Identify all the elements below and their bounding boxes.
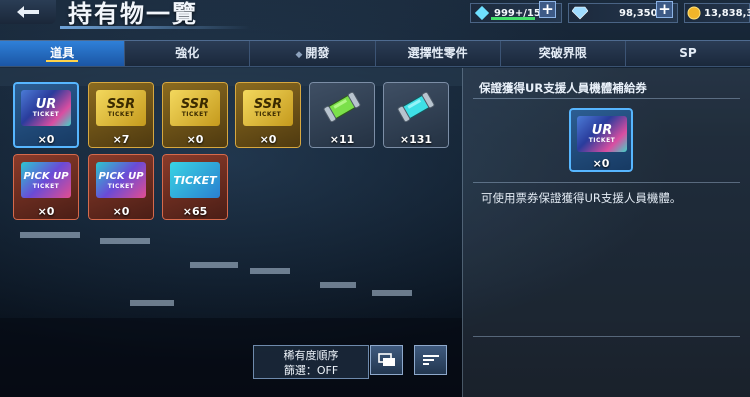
ticket-art-title: PICK UP bbox=[23, 171, 69, 182]
pickup-ticket-icon: PICK UP TICKET bbox=[96, 162, 146, 198]
bullet-icon: ◆ bbox=[295, 50, 303, 60]
hangar-light bbox=[250, 268, 290, 274]
tab-label: 道具 bbox=[50, 46, 75, 60]
ticket-art-sub: TICKET bbox=[107, 111, 135, 118]
tab-label: 突破界限 bbox=[538, 46, 587, 60]
gem-icon bbox=[571, 4, 589, 22]
ssr-ticket-icon: SSR TICKET bbox=[96, 90, 146, 126]
hangar-light bbox=[130, 300, 174, 306]
top-header: 持有物一覽 999+/154 + 98,350 + 13,838,3 bbox=[0, 0, 750, 33]
item-count: ×65 bbox=[182, 205, 208, 218]
add-gems-button[interactable]: + bbox=[656, 1, 673, 18]
tab-optional-parts[interactable]: 選擇性零件 bbox=[376, 41, 501, 66]
item-count: ×0 bbox=[259, 133, 277, 146]
sort-order-label: 稀有度順序 bbox=[283, 349, 339, 362]
gem-value: 98,350 bbox=[619, 7, 658, 19]
add-stamina-button[interactable]: + bbox=[539, 1, 556, 18]
coin-icon bbox=[687, 4, 701, 22]
item-count: ×0 bbox=[592, 157, 610, 170]
item-count: ×0 bbox=[112, 205, 130, 218]
active-tab-underline bbox=[46, 60, 79, 62]
cards-icon bbox=[377, 353, 395, 366]
coin-value: 13,838,3 bbox=[704, 7, 750, 19]
tab-sp[interactable]: SP bbox=[626, 41, 750, 66]
tab-enhance[interactable]: 強化 bbox=[125, 41, 251, 66]
tab-label: 選擇性零件 bbox=[407, 46, 468, 60]
tab-label: 開發 bbox=[305, 46, 330, 60]
tab-label: SP bbox=[679, 46, 697, 60]
item-ur-ticket[interactable]: UR TICKET ×0 bbox=[13, 82, 79, 148]
hangar-light bbox=[20, 232, 80, 238]
sort-lines-icon bbox=[422, 355, 439, 365]
item-ssr-ticket[interactable]: SSR TICKET ×7 bbox=[88, 82, 154, 148]
item-green-canister[interactable]: ×11 bbox=[309, 82, 375, 148]
tab-develop[interactable]: ◆ 開發 bbox=[250, 41, 376, 66]
ticket-icon: TICKET bbox=[170, 162, 220, 198]
hangar-light bbox=[372, 290, 412, 296]
item-cyan-canister[interactable]: ×131 bbox=[383, 82, 449, 148]
item-pickup-ticket[interactable]: PICK UP TICKET ×0 bbox=[13, 154, 79, 220]
ticket-art-sub: TICKET bbox=[588, 137, 616, 144]
ticket-art-title: PICK UP bbox=[98, 171, 144, 182]
ticket-art-title: UR bbox=[591, 123, 613, 138]
category-tabs: 道具 強化 ◆ 開發 選擇性零件 突破界限 SP bbox=[0, 40, 750, 67]
item-ticket[interactable]: TICKET ×65 bbox=[162, 154, 228, 220]
divider bbox=[473, 336, 740, 337]
stamina-bar-fill bbox=[491, 17, 535, 20]
back-button[interactable] bbox=[0, 0, 56, 24]
cyan-canister-icon bbox=[397, 92, 435, 122]
page-title: 持有物一覽 bbox=[68, 0, 198, 28]
detail-title: 保證獲得UR支援人員機體補給券 bbox=[479, 81, 647, 95]
hangar-light bbox=[320, 282, 356, 288]
divider bbox=[473, 182, 740, 183]
view-toggle-button[interactable] bbox=[370, 345, 403, 375]
ticket-art-sub: TICKET bbox=[181, 111, 209, 118]
tab-limit-break[interactable]: 突破界限 bbox=[501, 41, 626, 66]
item-detail-panel: 保證獲得UR支援人員機體補給券 UR TICKET ×0 可使用票券保證獲得UR… bbox=[462, 68, 750, 397]
stamina-icon bbox=[473, 4, 491, 22]
back-arrow-icon bbox=[17, 6, 39, 18]
ticket-art-sub: TICKET bbox=[254, 111, 282, 118]
detail-description: 可使用票券保證獲得UR支援人員機體。 bbox=[481, 191, 682, 205]
ticket-art-sub: TICKET bbox=[107, 183, 135, 190]
green-canister-icon bbox=[323, 92, 361, 122]
sort-filter-box[interactable]: 稀有度順序 篩選：OFF bbox=[253, 345, 369, 379]
hangar-light bbox=[100, 238, 150, 244]
ticket-art-sub: TICKET bbox=[32, 183, 60, 190]
detail-ur-ticket: UR TICKET ×0 bbox=[569, 108, 633, 172]
item-pickup-ticket[interactable]: PICK UP TICKET ×0 bbox=[88, 154, 154, 220]
pickup-ticket-icon: PICK UP TICKET bbox=[21, 162, 71, 198]
hangar-light bbox=[190, 262, 238, 268]
item-count: ×0 bbox=[186, 133, 204, 146]
sort-order-button[interactable] bbox=[414, 345, 447, 375]
item-count: ×0 bbox=[37, 205, 55, 218]
stamina-bar bbox=[491, 17, 535, 20]
ticket-art-title: UR bbox=[35, 97, 57, 112]
item-ssr-ticket[interactable]: SSR TICKET ×0 bbox=[235, 82, 301, 148]
ticket-art-title: TICKET bbox=[173, 173, 217, 187]
tab-label: 強化 bbox=[175, 46, 200, 60]
item-count: ×0 bbox=[37, 133, 55, 146]
ticket-art-sub: TICKET bbox=[32, 111, 60, 118]
title-underline bbox=[60, 26, 250, 29]
divider bbox=[473, 98, 740, 99]
item-count: ×131 bbox=[399, 133, 433, 146]
ticket-art-title: SSR bbox=[180, 97, 210, 112]
filter-status: 篩選：OFF bbox=[283, 364, 339, 377]
ur-ticket-icon: UR TICKET bbox=[21, 90, 71, 126]
item-ssr-ticket[interactable]: SSR TICKET ×0 bbox=[162, 82, 228, 148]
ssr-ticket-icon: SSR TICKET bbox=[170, 90, 220, 126]
ur-ticket-icon: UR TICKET bbox=[577, 116, 627, 152]
item-count: ×11 bbox=[329, 133, 355, 146]
coin-counter: 13,838,3 bbox=[684, 3, 750, 23]
item-count: ×7 bbox=[112, 133, 130, 146]
ticket-art-title: SSR bbox=[106, 97, 136, 112]
ssr-ticket-icon: SSR TICKET bbox=[243, 90, 293, 126]
ticket-art-title: SSR bbox=[253, 97, 283, 112]
tab-items[interactable]: 道具 bbox=[0, 41, 126, 66]
